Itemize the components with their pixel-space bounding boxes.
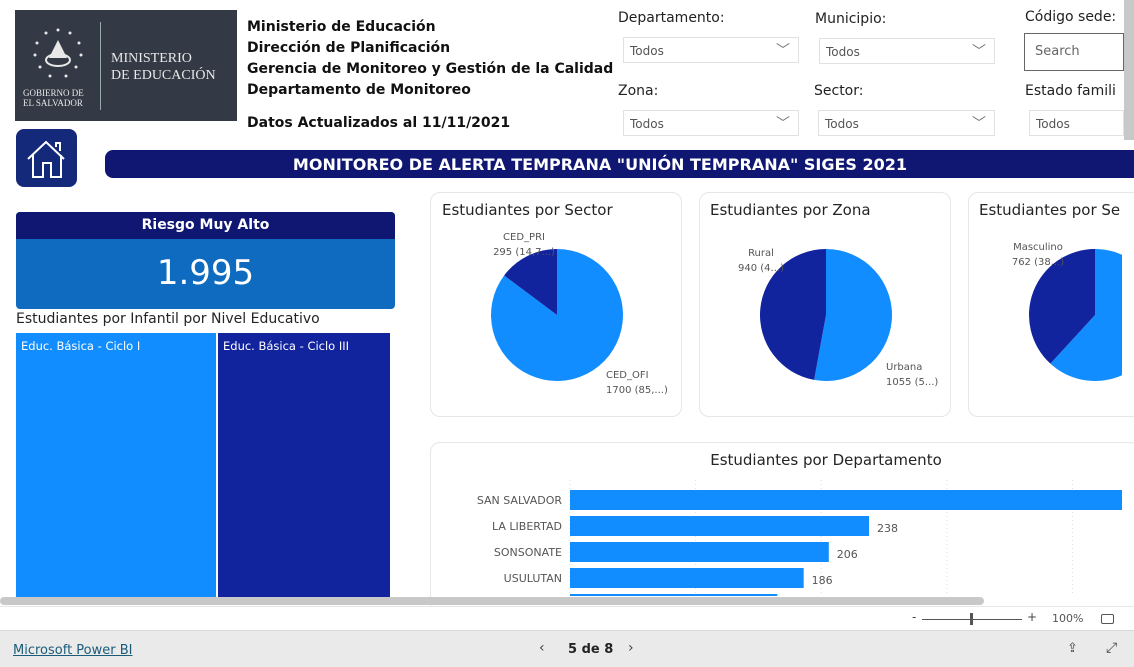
horizontal-scrollbar[interactable]	[0, 597, 984, 605]
category-label: LA LIBERTAD	[492, 520, 562, 533]
bar-value-label: 238	[877, 522, 898, 535]
prev-page-button[interactable]: ‹	[539, 640, 545, 656]
zoom-out-button[interactable]: -	[912, 610, 916, 624]
fit-to-page-icon[interactable]	[1101, 614, 1114, 624]
pie-charts: CED_OFI 1700 (85,...) CED_PRI 295 (14,7...)…	[491, 232, 1122, 396]
category-label: USULUTAN	[504, 572, 562, 585]
pie-label: Masculino	[1013, 242, 1063, 253]
pie-label: CED_PRI	[503, 232, 545, 243]
category-label: SONSONATE	[494, 546, 562, 559]
next-page-button[interactable]: ›	[628, 640, 634, 656]
footer-bar: Microsoft Power BI ‹ 5 de 8 › ⇪ ⤢	[0, 630, 1134, 667]
pie-label: Rural	[748, 248, 774, 259]
pie-label: CED_OFI	[606, 370, 649, 381]
bar-value-label: 186	[812, 574, 833, 587]
zoom-bar: - + 100%	[0, 606, 1134, 630]
bar[interactable]	[570, 542, 829, 562]
pie-value-label: 295 (14,7...)	[493, 247, 555, 258]
chart-title: Estudiantes por Departamento	[710, 451, 942, 469]
share-icon[interactable]: ⇪	[1067, 641, 1078, 656]
bar[interactable]	[570, 568, 804, 588]
bar[interactable]	[570, 594, 778, 596]
page-indicator: 5 de 8	[568, 642, 614, 657]
zoom-level: 100%	[1052, 612, 1084, 625]
bar[interactable]	[570, 490, 1122, 510]
bar[interactable]	[570, 516, 869, 536]
power-bi-link[interactable]: Microsoft Power BI	[13, 643, 132, 658]
fullscreen-icon[interactable]: ⤢	[1106, 640, 1117, 656]
zoom-in-button[interactable]: +	[1027, 610, 1037, 624]
pie-value-label: 1055 (5...)	[886, 377, 938, 388]
pie-value-label: 762 (38...)	[1012, 257, 1064, 268]
pie-value-label: 940 (4...)	[738, 263, 784, 274]
pie-value-label: 1700 (85,...)	[606, 385, 668, 396]
vertical-scrollbar[interactable]	[1124, 0, 1134, 140]
bar-value-label: 206	[837, 548, 858, 561]
zoom-slider-handle[interactable]	[970, 613, 973, 625]
pie-label: Urbana	[886, 362, 922, 373]
category-label: SAN SALVADOR	[477, 494, 563, 507]
bar-chart: SAN SALVADOR LA LIBERTAD 238 SONSONATE 206 US…	[477, 480, 1122, 596]
